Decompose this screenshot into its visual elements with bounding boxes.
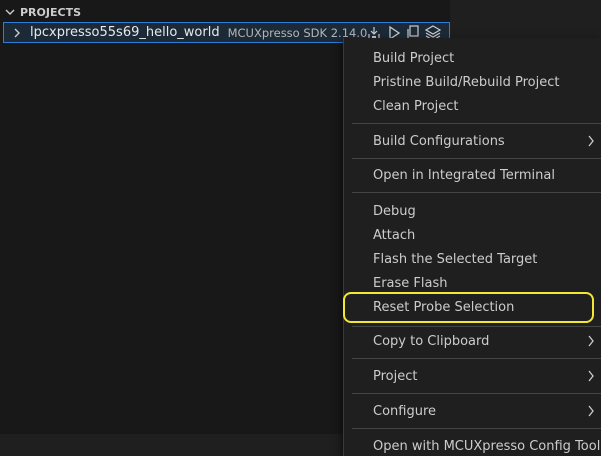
- menu-item-label: Project: [373, 368, 418, 384]
- menu-item-label: Debug: [373, 203, 416, 219]
- menu-item-flash-target[interactable]: Flash the Selected Target: [344, 247, 601, 271]
- menu-separator: [352, 326, 601, 327]
- menu-item-label: Flash the Selected Target: [373, 251, 538, 267]
- submenu-chevron-icon: [587, 135, 595, 151]
- menu-item-label: Build Configurations: [373, 133, 505, 149]
- submenu-chevron-icon: [587, 405, 595, 421]
- menu-item-project[interactable]: Project: [344, 364, 601, 388]
- menu-item-clean-project[interactable]: Clean Project: [344, 94, 601, 118]
- menu-item-label: Open with MCUXpresso Config Tools: [373, 438, 601, 454]
- menu-item-label: Attach: [373, 227, 416, 243]
- submenu-chevron-icon: [587, 335, 595, 351]
- menu-item-copy-to-clipboard[interactable]: Copy to Clipboard: [344, 329, 601, 353]
- menu-item-open-terminal[interactable]: Open in Integrated Terminal: [344, 163, 601, 187]
- section-title: PROJECTS: [20, 5, 81, 19]
- projects-section-header[interactable]: PROJECTS: [0, 2, 450, 22]
- menu-separator: [352, 393, 601, 394]
- menu-item-label: Build Project: [373, 50, 455, 66]
- highlight-outline: [343, 292, 594, 323]
- chevron-right-icon[interactable]: [4, 28, 30, 38]
- menu-item-build-configurations[interactable]: Build Configurations: [344, 129, 601, 153]
- menu-item-label: Configure: [373, 403, 437, 419]
- menu-item-debug[interactable]: Debug: [344, 199, 601, 223]
- menu-item-build-project[interactable]: Build Project: [344, 46, 601, 70]
- menu-item-label: Copy to Clipboard: [373, 333, 490, 349]
- status-strip: [0, 434, 343, 456]
- menu-separator: [352, 158, 601, 159]
- menu-separator: [352, 123, 601, 124]
- menu-item-label: Clean Project: [373, 98, 459, 114]
- menu-item-label: Erase Flash: [373, 275, 448, 291]
- menu-item-label: Pristine Build/Rebuild Project: [373, 74, 560, 90]
- menu-item-label: Open in Integrated Terminal: [373, 167, 555, 183]
- menu-item-open-config-tools[interactable]: Open with MCUXpresso Config Tools: [344, 434, 601, 456]
- menu-item-pristine-build[interactable]: Pristine Build/Rebuild Project: [344, 70, 601, 94]
- menu-item-configure[interactable]: Configure: [344, 399, 601, 423]
- menu-separator: [352, 192, 601, 193]
- context-menu: Build Project Pristine Build/Rebuild Pro…: [343, 38, 601, 456]
- menu-separator: [352, 358, 601, 359]
- menu-separator: [352, 428, 601, 429]
- submenu-chevron-icon: [587, 370, 595, 386]
- menu-item-attach[interactable]: Attach: [344, 223, 601, 247]
- project-name: lpcxpresso55s69_hello_world: [30, 25, 220, 40]
- chevron-down-icon: [0, 7, 20, 17]
